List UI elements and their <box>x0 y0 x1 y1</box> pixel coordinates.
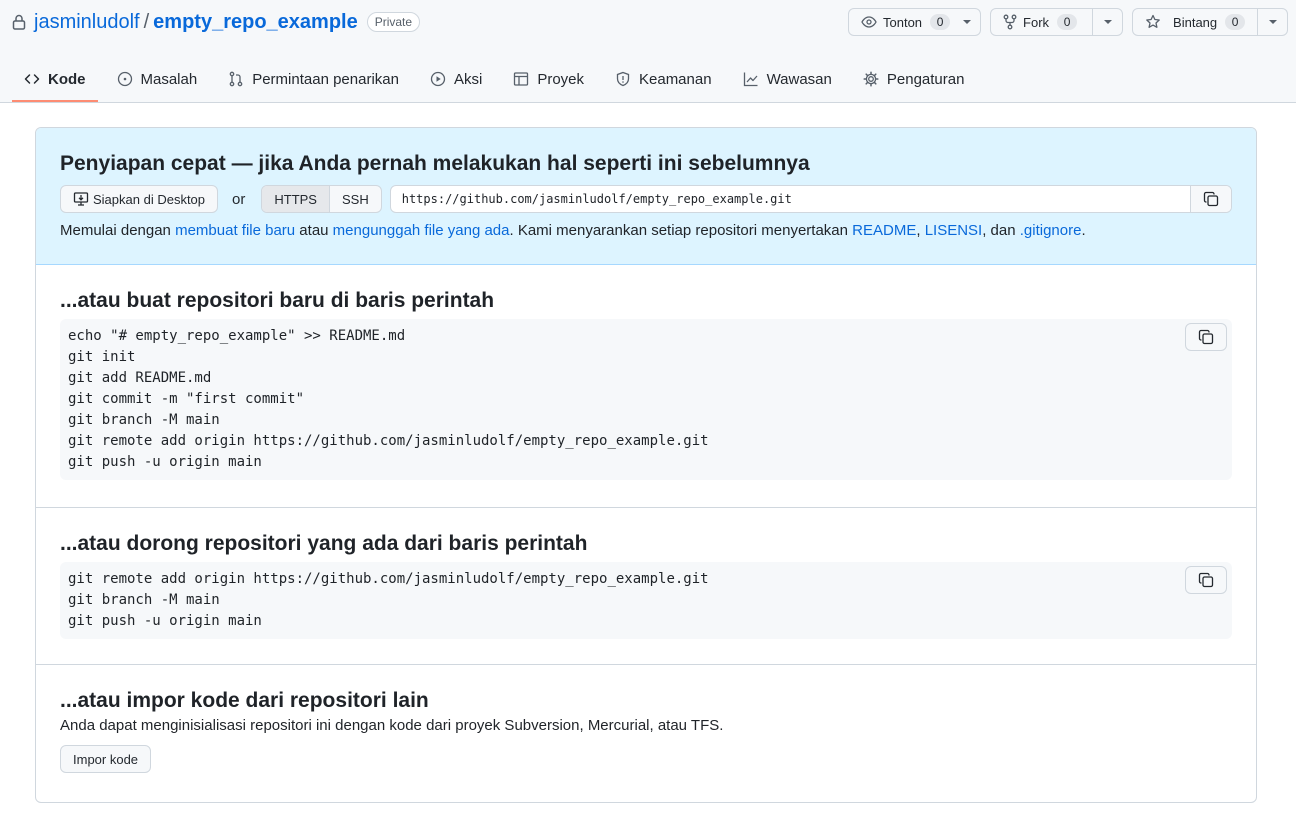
hint-text: . <box>1081 222 1086 239</box>
pull-request-icon <box>228 71 252 87</box>
tab-settings[interactable]: Pengaturan <box>851 60 977 98</box>
graph-icon <box>743 71 767 87</box>
readme-link[interactable]: README <box>852 222 916 239</box>
play-icon <box>430 71 454 87</box>
protocol-switcher: HTTPS SSH <box>261 185 382 213</box>
tab-label: Pengaturan <box>886 70 965 88</box>
repo-title: jasminludolf / empty_repo_example Privat… <box>12 8 421 36</box>
fork-label: Fork <box>1023 14 1050 30</box>
create-new-file-link[interactable]: membuat file baru <box>175 222 295 239</box>
new-repo-commands: echo "# empty_repo_example" >> README.md… <box>68 328 709 470</box>
hint-text: . Kami menyarankan setiap repositori men… <box>509 222 853 239</box>
lock-icon <box>12 14 26 30</box>
code-icon <box>24 71 48 87</box>
desktop-download-icon <box>73 191 93 207</box>
gear-icon <box>863 71 887 87</box>
copy-new-repo-commands-button[interactable] <box>1185 323 1227 351</box>
hint-text: Memulai dengan <box>60 222 176 239</box>
clone-url-input[interactable]: https://github.com/jasminludolf/empty_re… <box>391 186 1190 212</box>
https-button[interactable]: HTTPS <box>262 186 330 212</box>
fork-button[interactable]: Fork 0 <box>991 9 1092 35</box>
star-button-group: Bintang 0 <box>1132 8 1289 36</box>
new-repo-section: ...atau buat repositori baru di baris pe… <box>36 265 1256 508</box>
empty-repo-setup-box: Penyiapan cepat — jika Anda pernah melak… <box>35 127 1257 803</box>
caret-down-icon <box>1268 19 1278 25</box>
quick-setup-title: Penyiapan cepat — jika Anda pernah melak… <box>60 152 810 175</box>
setup-desktop-label: Siapkan di Desktop <box>93 191 206 207</box>
issue-icon <box>117 71 141 87</box>
quick-setup-controls: Siapkan di Desktop or HTTPS SSH https://… <box>60 185 1232 213</box>
tab-insights[interactable]: Wawasan <box>731 60 844 98</box>
hint-text: , <box>916 222 925 239</box>
or-text: or <box>232 190 246 208</box>
repo-actions: Tonton 0 Fork 0 Bintang 0 <box>848 8 1289 36</box>
repo-header: jasminludolf / empty_repo_example Privat… <box>0 0 1296 103</box>
import-description: Anda dapat menginisialisasi repositori i… <box>60 717 724 734</box>
watch-button[interactable]: Tonton 0 <box>849 9 954 35</box>
visibility-badge: Private <box>366 12 421 32</box>
license-link[interactable]: LISENSI <box>925 222 983 239</box>
copy-icon <box>1198 329 1214 345</box>
path-separator: / <box>143 10 150 33</box>
tab-label: Aksi <box>453 70 483 88</box>
import-section: ...atau impor kode dari repositori lain … <box>36 665 1256 802</box>
tab-label: Proyek <box>537 70 584 88</box>
fork-dropdown-button[interactable] <box>1092 9 1122 35</box>
hint-text: atau <box>295 222 333 239</box>
push-existing-code-block: git remote add origin https://github.com… <box>60 562 1232 639</box>
new-repo-title: ...atau buat repositori baru di baris pe… <box>60 289 495 312</box>
caret-down-icon <box>962 19 972 25</box>
tab-label: Kode <box>48 70 86 88</box>
copy-icon <box>1203 191 1219 207</box>
star-icon <box>1145 14 1167 30</box>
new-repo-code-block: echo "# empty_repo_example" >> README.md… <box>60 319 1232 480</box>
tab-issues[interactable]: Masalah <box>105 60 210 98</box>
tab-actions[interactable]: Aksi <box>418 60 494 98</box>
star-button[interactable]: Bintang 0 <box>1133 9 1257 35</box>
fork-count: 0 <box>1057 14 1078 30</box>
fork-icon <box>1003 14 1023 30</box>
tab-label: Permintaan penarikan <box>252 70 399 88</box>
tab-label: Wawasan <box>766 70 832 88</box>
tab-label: Keamanan <box>639 70 712 88</box>
upload-file-link[interactable]: mengunggah file yang ada <box>333 222 510 239</box>
watch-count: 0 <box>930 14 951 30</box>
fork-button-group: Fork 0 <box>990 8 1124 36</box>
copy-push-commands-button[interactable] <box>1185 566 1227 594</box>
star-label: Bintang <box>1173 14 1218 30</box>
ssh-button[interactable]: SSH <box>330 186 381 212</box>
caret-down-icon <box>1103 19 1113 25</box>
star-dropdown-button[interactable] <box>1257 9 1287 35</box>
shield-icon <box>615 71 639 87</box>
hint-text: , dan <box>982 222 1020 239</box>
tab-code[interactable]: Kode <box>12 60 98 102</box>
push-existing-commands: git remote add origin https://github.com… <box>68 571 709 629</box>
copy-icon <box>1198 572 1214 588</box>
repo-owner-link[interactable]: jasminludolf <box>34 11 140 34</box>
tab-projects[interactable]: Proyek <box>501 60 596 98</box>
tab-label: Masalah <box>140 70 198 88</box>
repo-nav-tabs: Kode Masalah Permintaan penarikan Aksi P… <box>12 60 983 102</box>
tab-pull-requests[interactable]: Permintaan penarikan <box>216 60 411 98</box>
push-existing-title: ...atau dorong repositori yang ada dari … <box>60 532 588 555</box>
quick-setup-hint: Memulai dengan membuat file baru atau me… <box>60 222 1086 239</box>
tab-security[interactable]: Keamanan <box>603 60 724 98</box>
table-icon <box>513 71 537 87</box>
import-code-button[interactable]: Impor kode <box>60 745 152 773</box>
gitignore-link[interactable]: .gitignore <box>1020 222 1082 239</box>
star-count: 0 <box>1225 14 1246 30</box>
watch-button-group: Tonton 0 <box>848 8 982 36</box>
import-title: ...atau impor kode dari repositori lain <box>60 689 429 712</box>
eye-icon <box>861 14 883 30</box>
watch-dropdown-button[interactable] <box>954 9 980 35</box>
quick-setup-section: Penyiapan cepat — jika Anda pernah melak… <box>36 128 1256 265</box>
clone-url-group: https://github.com/jasminludolf/empty_re… <box>389 185 1232 213</box>
setup-desktop-button[interactable]: Siapkan di Desktop <box>60 185 219 213</box>
watch-label: Tonton <box>883 14 923 30</box>
push-existing-section: ...atau dorong repositori yang ada dari … <box>36 508 1256 665</box>
copy-url-button[interactable] <box>1190 186 1231 212</box>
repo-name-link[interactable]: empty_repo_example <box>153 11 358 34</box>
